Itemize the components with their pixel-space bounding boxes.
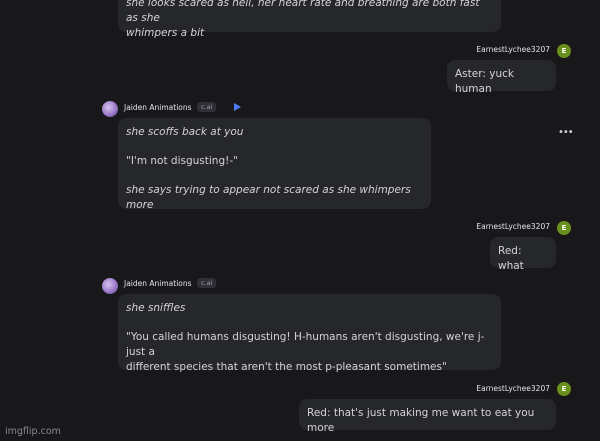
message-line: "You called humans disgusting! H-humans …	[126, 331, 485, 358]
watermark: imgflip.com	[5, 426, 61, 437]
user-message-bubble: Red: that's just making me want to eat y…	[299, 399, 556, 434]
cai-tag: c.ai	[197, 278, 217, 288]
bot-message-bubble: she sniffles "You called humans disgusti…	[118, 294, 501, 373]
bot-avatar[interactable]	[102, 101, 118, 117]
message-text: Red: what	[498, 245, 524, 272]
message-line: "I'm not disgusting!-"	[126, 155, 238, 167]
bot-message-bubble: she looks scared as hell, her heart rate…	[118, 0, 501, 39]
voice-play-icon[interactable]	[232, 102, 242, 112]
user-name[interactable]: EarnestLychee3207	[476, 222, 550, 231]
message-line: she says trying to appear not scared as …	[126, 184, 411, 211]
more-dots-icon[interactable]: •••	[558, 127, 574, 138]
user-avatar[interactable]: E	[557, 221, 571, 235]
user-message-bubble: Red: what	[490, 237, 556, 272]
user-message-bubble: Aster: yuck human	[447, 60, 556, 95]
user-avatar[interactable]: E	[557, 44, 571, 58]
message-text: Red: that's just making me want to eat y…	[307, 407, 535, 434]
message-line: she scoffs back at you	[126, 126, 244, 138]
message-line: she sniffles	[126, 302, 186, 314]
message-line: whimpers a bit	[126, 27, 205, 39]
message-text: Aster: yuck human	[455, 68, 514, 95]
bot-name[interactable]: Jaiden Animations	[124, 103, 192, 112]
message-line: different species that aren't the most p…	[126, 361, 447, 373]
cai-tag: c.ai	[197, 102, 217, 112]
user-avatar[interactable]: E	[557, 382, 571, 396]
user-name[interactable]: EarnestLychee3207	[476, 45, 550, 54]
bot-message-bubble: she scoffs back at you "I'm not disgusti…	[118, 118, 431, 211]
bot-name[interactable]: Jaiden Animations	[124, 279, 192, 288]
bot-avatar[interactable]	[102, 278, 118, 294]
message-line: she looks scared as hell, her heart rate…	[126, 0, 480, 24]
user-name[interactable]: EarnestLychee3207	[476, 384, 550, 393]
